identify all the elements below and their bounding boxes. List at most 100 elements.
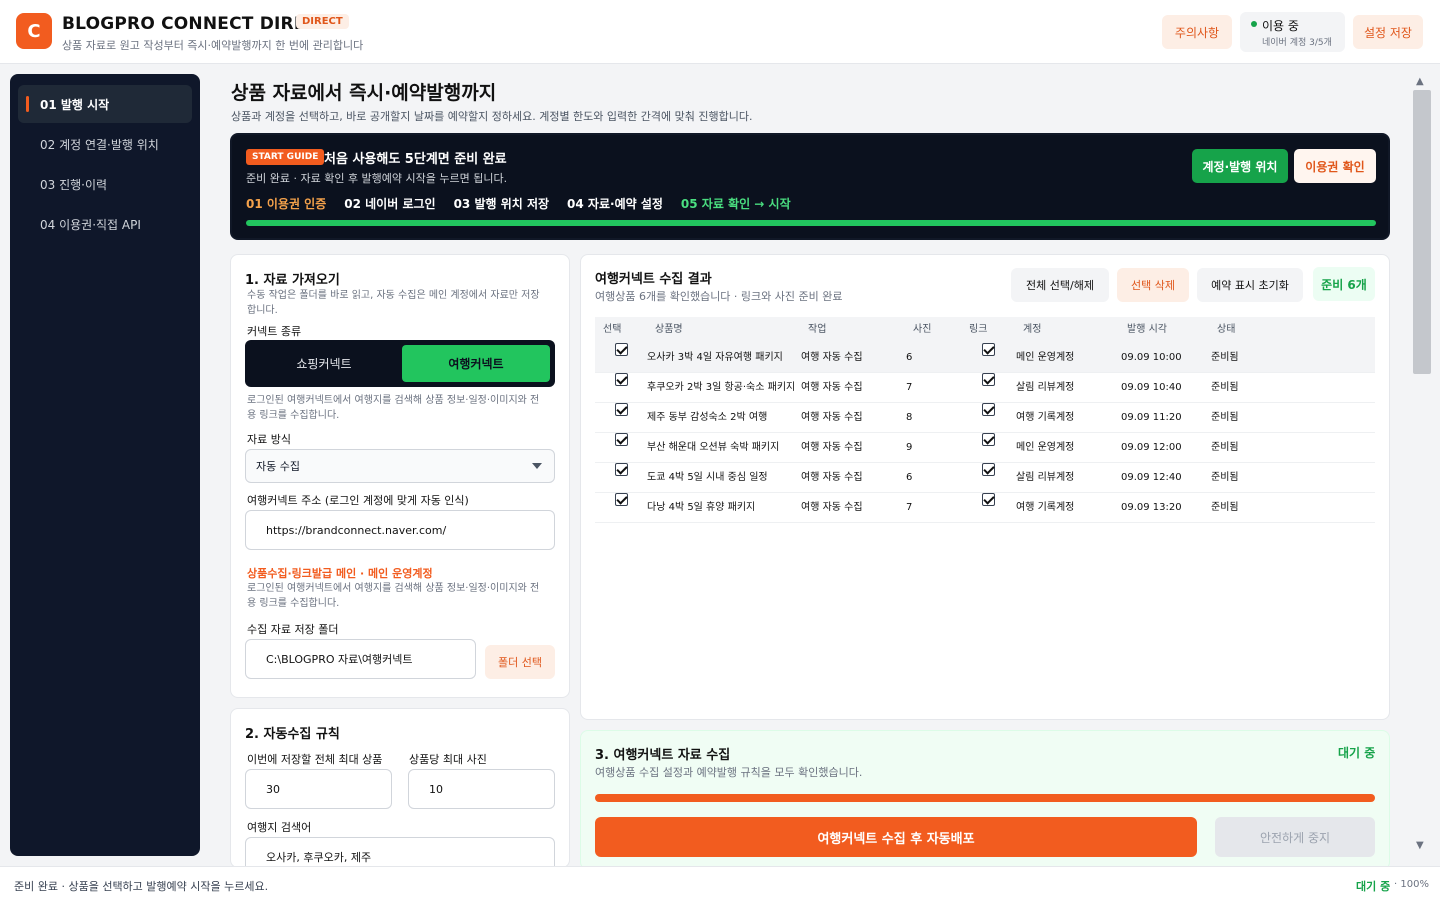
app-subtitle: 상품 자료로 원고 작성부터 즉시·예약발행까지 한 번에 관리합니다: [62, 39, 364, 52]
safe-stop-button[interactable]: 안전하게 중지: [1215, 817, 1375, 857]
connect-type-hint: 로그인된 여행커넥트에서 여행지를 검색해 상품 정보·일정·이미지와 전용 링…: [247, 395, 540, 421]
col-account: 계정: [1023, 324, 1042, 335]
notice-button[interactable]: 주의사항: [1162, 15, 1232, 49]
max-photos-input[interactable]: 10: [408, 769, 555, 809]
row-name: 후쿠오카 2박 3일 항공·숙소 패키지: [647, 382, 796, 393]
delete-selected-button[interactable]: 선택 삭제: [1117, 268, 1189, 302]
url-label: 여행커넥트 주소 (로그인 계정에 맞게 자동 인식): [247, 494, 469, 507]
col-job: 작업: [808, 324, 827, 335]
row-job: 여행 자동 수집: [801, 352, 863, 363]
row-checkbox[interactable]: [615, 343, 628, 356]
col-photos: 사진: [913, 324, 932, 335]
collect-status: 대기 중: [1338, 746, 1376, 760]
footer-status: 대기 중: [1356, 880, 1391, 893]
app-title: BLOGPRO CONNECT DIRECT: [62, 14, 331, 34]
row-link-checkbox[interactable]: [982, 343, 995, 356]
collect-and-deploy-button[interactable]: 여행커넥트 수집 후 자동배포: [595, 817, 1197, 857]
scroll-down-icon[interactable]: ▼: [1416, 840, 1424, 851]
scrollbar-thumb[interactable]: [1413, 90, 1431, 374]
row-checkbox[interactable]: [615, 463, 628, 476]
auto-collect-rules-card: 2. 자동수집 규칙 이번에 저장할 전체 최대 상품 30 상품당 최대 사진…: [230, 708, 570, 868]
collect-card-subtitle: 여행상품 수집 설정과 예약발행 규칙을 모두 확인했습니다.: [595, 766, 863, 779]
row-account: 메인 운영계정: [1016, 442, 1075, 453]
reset-schedule-button[interactable]: 예약 표시 초기화: [1197, 268, 1303, 302]
folder-label: 수집 자료 저장 폴더: [247, 623, 339, 636]
folder-path-input[interactable]: C:\BLOGPRO 자료\여행커넥트: [245, 639, 476, 679]
row-checkbox[interactable]: [615, 433, 628, 446]
row-photos: 6: [906, 352, 913, 363]
row-job: 여행 자동 수집: [801, 502, 863, 513]
guide-step: 01 이용권 인증: [246, 197, 327, 211]
row-link-checkbox[interactable]: [982, 403, 995, 416]
license-check-button[interactable]: 이용권 확인: [1294, 149, 1376, 183]
row-checkbox[interactable]: [615, 493, 628, 506]
row-state: 준비됨: [1211, 382, 1239, 393]
start-guide-panel: START GUIDE 처음 사용해도 5단계면 준비 완료 준비 완료 · 자…: [230, 133, 1390, 240]
app-badge: DIRECT: [296, 14, 349, 29]
row-link-checkbox[interactable]: [982, 493, 995, 506]
row-link-checkbox[interactable]: [982, 463, 995, 476]
sidebar-item-progress[interactable]: 03 진행·이력: [18, 165, 192, 203]
connect-type-label: 커넥트 종류: [247, 325, 302, 338]
row-job: 여행 자동 수집: [801, 382, 863, 393]
row-name: 오사카 3박 4일 자유여행 패키지: [647, 352, 783, 363]
toggle-shopping-connect[interactable]: 쇼핑커넥트: [250, 345, 398, 382]
row-name: 부산 해운대 오션뷰 숙박 패키지: [647, 442, 780, 453]
results-table: 선택 상품명 작업 사진 링크 계정 발행 시각 상태 오사카 3박 4일 자유…: [595, 317, 1375, 523]
col-link: 링크: [969, 324, 988, 335]
row-photos: 8: [906, 412, 913, 423]
row-account: 여행 기록계정: [1016, 412, 1075, 423]
toggle-travel-connect[interactable]: 여행커넥트: [402, 345, 550, 382]
collect-results-card: 여행커넥트 수집 결과 여행상품 6개를 확인했습니다 · 링크와 사진 준비 …: [580, 254, 1390, 720]
collect-progress-bar: [595, 794, 1375, 802]
row-account: 메인 운영계정: [1016, 352, 1075, 363]
table-row[interactable]: 후쿠오카 2박 3일 항공·숙소 패키지 여행 자동 수집 7 살림 리뷰계정 …: [595, 373, 1375, 403]
table-row[interactable]: 도쿄 4박 5일 시내 중심 일정 여행 자동 수집 6 살림 리뷰계정 09.…: [595, 463, 1375, 493]
row-link-checkbox[interactable]: [982, 373, 995, 386]
ready-count-badge: 준비 6개: [1313, 267, 1375, 301]
sidebar-item-accounts[interactable]: 02 계정 연결·발행 위치: [18, 125, 192, 163]
max-products-input[interactable]: 30: [245, 769, 392, 809]
col-time: 발행 시각: [1127, 324, 1167, 335]
status-footer: 준비 완료 · 상품을 선택하고 발행예약 시작을 누르세요. 대기 중 · 1…: [0, 866, 1440, 900]
guide-title: 처음 사용해도 5단계면 준비 완료: [324, 152, 507, 167]
max-photos-label: 상품당 최대 사진: [409, 753, 487, 766]
guide-step: 05 자료 확인 → 시작: [680, 197, 791, 211]
sidebar-item-license[interactable]: 04 이용권·직접 API: [18, 205, 192, 243]
save-settings-button[interactable]: 설정 저장: [1353, 15, 1423, 49]
import-card-title: 1. 자료 가져오기: [245, 273, 340, 288]
table-row[interactable]: 다낭 4박 5일 휴양 패키지 여행 자동 수집 7 여행 기록계정 09.09…: [595, 493, 1375, 523]
account-location-button[interactable]: 계정·발행 위치: [1192, 149, 1288, 183]
table-header: 선택 상품명 작업 사진 링크 계정 발행 시각 상태: [595, 317, 1375, 343]
url-input[interactable]: https://brandconnect.naver.com/: [245, 510, 555, 550]
usage-status: 이용 중 네이버 계정 3/5개: [1240, 12, 1345, 52]
table-row[interactable]: 부산 해운대 오션뷰 숙박 패키지 여행 자동 수집 9 메인 운영계정 09.…: [595, 433, 1375, 463]
keyword-input[interactable]: 오사카, 후쿠오카, 제주: [245, 837, 555, 867]
row-job: 여행 자동 수집: [801, 412, 863, 423]
row-checkbox[interactable]: [615, 373, 628, 386]
select-all-button[interactable]: 전체 선택/해제: [1011, 268, 1109, 302]
row-checkbox[interactable]: [615, 403, 628, 416]
table-row[interactable]: 제주 동부 감성숙소 2박 여행 여행 자동 수집 8 여행 기록계정 09.0…: [595, 403, 1375, 433]
connect-type-toggle: 쇼핑커넥트 여행커넥트: [245, 340, 555, 387]
page-description: 상품과 계정을 선택하고, 바로 공개할지 날짜를 예약할지 정하세요. 계정별…: [231, 110, 753, 123]
row-state: 준비됨: [1211, 442, 1239, 453]
guide-step: 02 네이버 로그인: [344, 197, 436, 211]
sidebar-item-publish-start[interactable]: 01 발행 시작: [18, 85, 192, 123]
max-products-label: 이번에 저장할 전체 최대 상품: [247, 753, 383, 766]
import-card: 1. 자료 가져오기 수동 작업은 폴더를 바로 읽고, 자동 수집은 메인 계…: [230, 254, 570, 698]
row-account: 살림 리뷰계정: [1016, 472, 1075, 483]
footer-message: 준비 완료 · 상품을 선택하고 발행예약 시작을 누르세요.: [14, 880, 269, 893]
keyword-label: 여행지 검색어: [247, 821, 312, 834]
mode-select-value: 자동 수집: [256, 460, 300, 473]
table-row[interactable]: 오사카 3박 4일 자유여행 패키지 여행 자동 수집 6 메인 운영계정 09…: [595, 343, 1375, 373]
guide-badge: START GUIDE: [246, 149, 325, 165]
row-state: 준비됨: [1211, 472, 1239, 483]
folder-select-button[interactable]: 폴더 선택: [485, 645, 555, 679]
mode-select[interactable]: 자동 수집: [245, 449, 555, 483]
row-time: 09.09 10:40: [1121, 382, 1182, 393]
scroll-up-icon[interactable]: ▲: [1416, 76, 1424, 87]
row-photos: 7: [906, 502, 913, 513]
row-link-checkbox[interactable]: [982, 433, 995, 446]
guide-step: 03 발행 위치 저장: [453, 197, 550, 211]
